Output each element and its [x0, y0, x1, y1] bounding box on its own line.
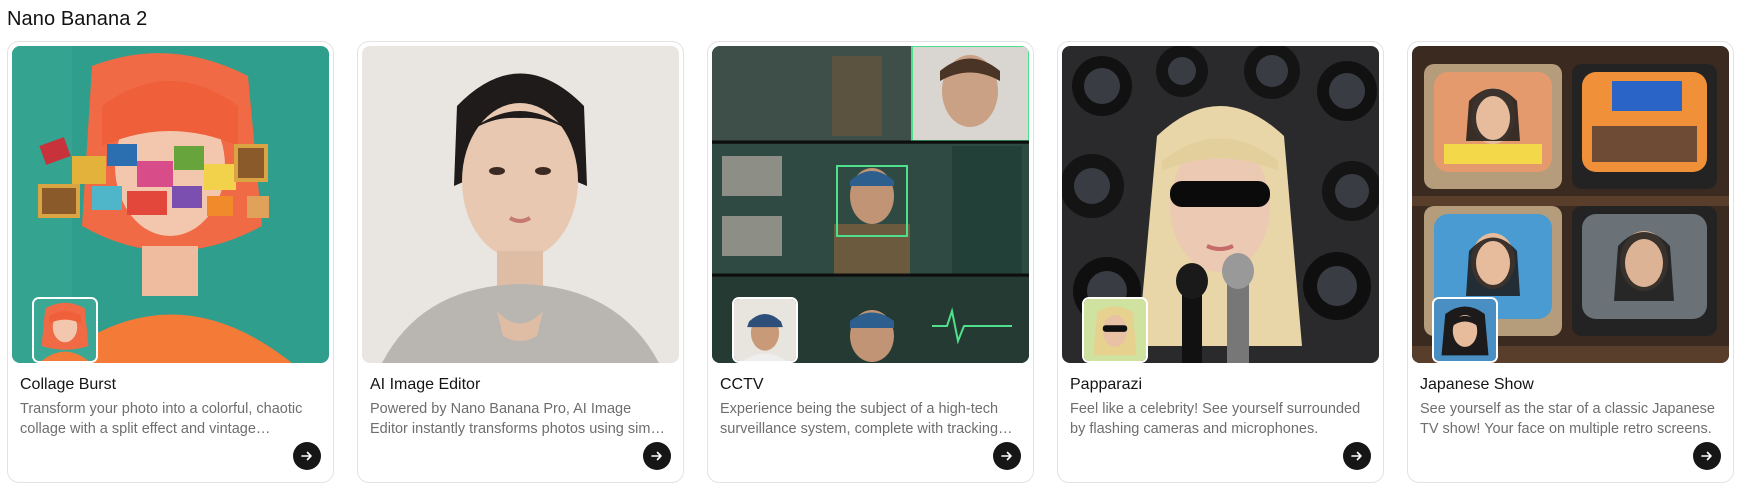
ai-image-editor-thumbnail: [362, 46, 679, 363]
papparazi-thumbnail: [1062, 46, 1379, 363]
card-cctv[interactable]: CCTV Experience being the subject of a h…: [707, 41, 1034, 483]
source-photo-thumbnail: [32, 297, 98, 363]
card-title: CCTV: [720, 376, 764, 393]
card-description: Powered by Nano Banana Pro, AI Image Edi…: [370, 401, 670, 437]
arrow-right-icon: [1001, 451, 1012, 461]
arrow-right-icon: [1701, 451, 1712, 461]
arrow-right-icon: [301, 451, 312, 461]
source-photo-thumbnail: [1432, 297, 1498, 363]
open-cctv-button[interactable]: [993, 442, 1021, 470]
card-title: AI Image Editor: [370, 376, 481, 393]
open-ai-image-editor-button[interactable]: [643, 442, 671, 470]
card-title: Collage Burst: [20, 376, 117, 393]
source-photo-thumbnail: [1082, 297, 1148, 363]
open-collage-burst-button[interactable]: [293, 442, 321, 470]
card-description: See yourself as the star of a classic Ja…: [1420, 401, 1715, 437]
card-row: Collage Burst Transform your photo into …: [7, 41, 1734, 483]
arrow-right-icon: [651, 451, 662, 461]
section-title: Nano Banana 2: [7, 8, 148, 30]
cctv-thumbnail: [712, 46, 1029, 363]
card-title: Papparazi: [1070, 376, 1143, 393]
card-collage-burst[interactable]: Collage Burst Transform your photo into …: [7, 41, 334, 483]
card-description: Transform your photo into a colorful, ch…: [20, 401, 303, 437]
card-description: Experience being the subject of a high-t…: [720, 401, 999, 437]
collage-burst-thumbnail: [12, 46, 329, 363]
open-papparazi-button[interactable]: [1343, 442, 1371, 470]
card-description: Feel like a celebrity! See yourself surr…: [1070, 401, 1361, 437]
card-japanese-show[interactable]: Japanese Show See yourself as the star o…: [1407, 41, 1734, 483]
japanese-show-thumbnail: [1412, 46, 1729, 363]
source-photo-thumbnail: [732, 297, 798, 363]
card-ai-image-editor[interactable]: AI Image Editor Powered by Nano Banana P…: [357, 41, 684, 483]
arrow-right-icon: [1351, 451, 1362, 461]
card-title: Japanese Show: [1420, 376, 1534, 393]
open-japanese-show-button[interactable]: [1693, 442, 1721, 470]
card-papparazi[interactable]: Papparazi Feel like a celebrity! See you…: [1057, 41, 1384, 483]
